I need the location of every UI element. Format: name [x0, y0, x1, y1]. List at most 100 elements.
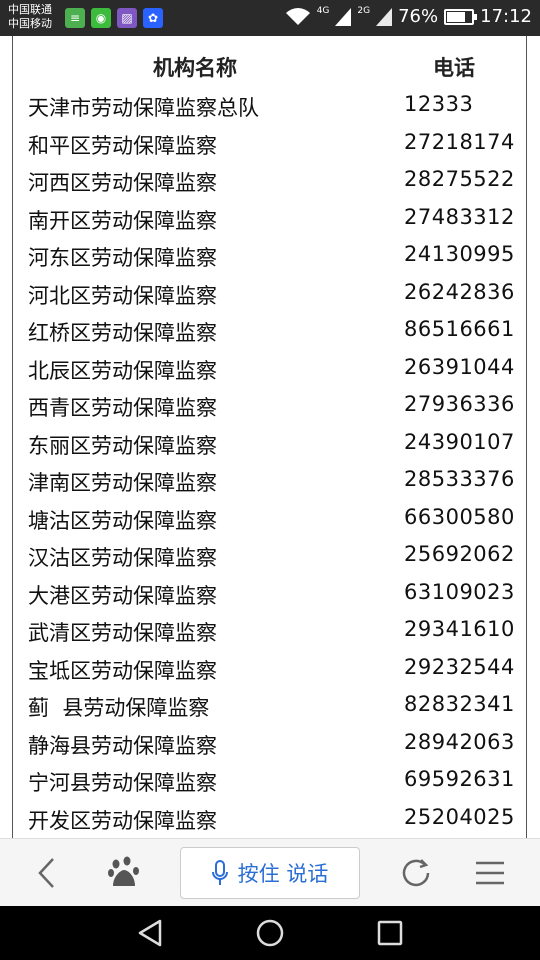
- signal-icon-1: [335, 7, 352, 26]
- phone-number[interactable]: 25204025: [404, 805, 515, 829]
- phone-number[interactable]: 24390107: [404, 430, 515, 454]
- page-content[interactable]: 机构名称 电话 天津市劳动保障监察总队 12333 和平区劳动保障监察 2721817…: [0, 36, 540, 838]
- nav-back-button[interactable]: [130, 917, 170, 949]
- nav-recents-button[interactable]: [370, 917, 410, 949]
- gallery-icon: ▨: [117, 8, 137, 28]
- phone-number[interactable]: 27218174: [404, 130, 515, 154]
- table-row: 南开区劳动保障监察 27483312: [13, 203, 526, 241]
- status-bar: 中国联通 中国移动 ≡ ◉ ▨ ✿ 4G 2G 76% 17:12: [0, 0, 540, 36]
- phone-number[interactable]: 28942063: [404, 730, 515, 754]
- network-type-2: 2G: [357, 5, 371, 16]
- carrier-2: 中国移动: [8, 17, 52, 30]
- agency-name: 红桥区劳动保障监察: [28, 321, 217, 345]
- table-row: 天津市劳动保障监察总队 12333: [13, 90, 526, 128]
- refresh-button[interactable]: [396, 853, 436, 893]
- app-notification-icon: ≡: [65, 8, 85, 28]
- table-row: 河东区劳动保障监察 24130995: [13, 240, 526, 278]
- browser-toolbar: 按住 说话: [0, 838, 540, 906]
- agency-name: 开发区劳动保障监察: [28, 808, 217, 833]
- phone-number[interactable]: 63109023: [404, 580, 515, 604]
- phone-number[interactable]: 24130995: [404, 242, 515, 266]
- table-row: 塘沽区劳动保障监察 66300580: [13, 503, 526, 541]
- table-row: 武清区劳动保障监察 29341610: [13, 615, 526, 653]
- table-row: 河西区劳动保障监察 28275522: [13, 165, 526, 203]
- agency-name: 天津市劳动保障监察总队: [28, 96, 259, 120]
- agency-name: 武清区劳动保障监察: [28, 621, 217, 645]
- phone-number[interactable]: 27936336: [404, 392, 515, 416]
- agency-name: 河西区劳动保障监察: [28, 171, 217, 195]
- table-row: 静海县劳动保障监察 28942063: [13, 728, 526, 766]
- baidu-home-button[interactable]: [104, 853, 144, 893]
- table-row: 蓟 县劳动保障监察 82832341: [13, 690, 526, 728]
- phone-number[interactable]: 26391044: [404, 355, 515, 379]
- table-row: 河北区劳动保障监察 26242836: [13, 278, 526, 316]
- nav-home-button[interactable]: [250, 917, 290, 949]
- refresh-icon: [402, 859, 430, 887]
- back-button[interactable]: [26, 853, 66, 893]
- phone-number[interactable]: 86516661: [404, 317, 515, 341]
- wifi-icon: [285, 7, 310, 25]
- wechat-icon: ◉: [91, 8, 111, 28]
- signal-icon-2: [376, 7, 393, 26]
- square-recents-icon: [377, 920, 403, 946]
- table-row: 大港区劳动保障监察 63109023: [13, 578, 526, 616]
- agency-name: 南开区劳动保障监察: [28, 208, 217, 233]
- table-row: 津南区劳动保障监察 28533376: [13, 465, 526, 503]
- table-row: 宝坻区劳动保障监察 29232544: [13, 653, 526, 691]
- menu-button[interactable]: [470, 853, 510, 893]
- table-row: 汉沽区劳动保障监察 25692062: [13, 540, 526, 578]
- phone-number[interactable]: 25692062: [404, 542, 515, 566]
- carrier-1: 中国联通: [8, 3, 52, 16]
- paw-icon: [108, 856, 139, 886]
- microphone-icon: [211, 860, 228, 885]
- network-type-1: 4G: [316, 5, 330, 16]
- status-indicators: 4G 2G 76% 17:12: [285, 6, 532, 27]
- voice-input-button[interactable]: 按住 说话: [180, 847, 360, 899]
- phone-number[interactable]: 66300580: [404, 505, 515, 529]
- battery-percent: 76%: [398, 6, 439, 27]
- header-name: 机构名称: [153, 56, 237, 80]
- agency-name: 和平区劳动保障监察: [28, 133, 217, 158]
- table-row: 红桥区劳动保障监察 86516661: [13, 315, 526, 353]
- agency-name: 北辰区劳动保障监察: [28, 358, 217, 383]
- battery-icon: [444, 8, 478, 25]
- agency-name: 宝坻区劳动保障监察: [28, 658, 217, 683]
- agency-name: 大港区劳动保障监察: [28, 583, 217, 608]
- phone-number[interactable]: 26242836: [404, 280, 515, 304]
- phone-number[interactable]: 27483312: [404, 205, 515, 229]
- table-row: 开发区劳动保障监察 25204025: [13, 803, 526, 839]
- phone-number[interactable]: 28275522: [404, 167, 515, 191]
- table-frame: 机构名称 电话 天津市劳动保障监察总队 12333 和平区劳动保障监察 2721817…: [12, 36, 527, 838]
- agency-name: 津南区劳动保障监察: [28, 471, 217, 495]
- chevron-left-icon: [38, 858, 54, 888]
- phone-number[interactable]: 29341610: [404, 617, 515, 641]
- agency-name: 东丽区劳动保障监察: [28, 433, 217, 458]
- hamburger-menu-icon: [476, 861, 504, 885]
- agency-name: 西青区劳动保障监察: [28, 396, 217, 420]
- header-phone: 电话: [433, 56, 475, 80]
- table-row: 东丽区劳动保障监察 24390107: [13, 428, 526, 466]
- voice-input-label: 按住 说话: [237, 862, 329, 886]
- triangle-back-icon: [138, 919, 162, 947]
- agency-name: 塘沽区劳动保障监察: [28, 508, 217, 533]
- clock: 17:12: [480, 6, 532, 27]
- phone-number[interactable]: 28533376: [404, 467, 515, 491]
- table-row: 和平区劳动保障监察 27218174: [13, 128, 526, 166]
- agency-name: 宁河县劳动保障监察: [28, 771, 217, 795]
- carrier-info: 中国联通 中国移动: [8, 3, 52, 31]
- agency-name: 河东区劳动保障监察: [28, 246, 217, 270]
- phone-number[interactable]: 69592631: [404, 767, 515, 791]
- baidu-icon: ✿: [143, 8, 163, 28]
- agency-name: 蓟 县劳动保障监察: [28, 696, 210, 720]
- table-row: 西青区劳动保障监察 27936336: [13, 390, 526, 428]
- circle-home-icon: [256, 919, 284, 947]
- table-header: 机构名称 电话: [13, 50, 526, 86]
- phone-number[interactable]: 12333: [404, 92, 473, 116]
- agency-name: 河北区劳动保障监察: [28, 283, 217, 308]
- notification-icons: ≡ ◉ ▨ ✿: [65, 8, 163, 28]
- phone-number[interactable]: 82832341: [404, 692, 515, 716]
- phone-number[interactable]: 29232544: [404, 655, 515, 679]
- system-navigation-bar: [0, 906, 540, 960]
- agency-name: 静海县劳动保障监察: [28, 733, 217, 758]
- agency-name: 汉沽区劳动保障监察: [28, 546, 217, 570]
